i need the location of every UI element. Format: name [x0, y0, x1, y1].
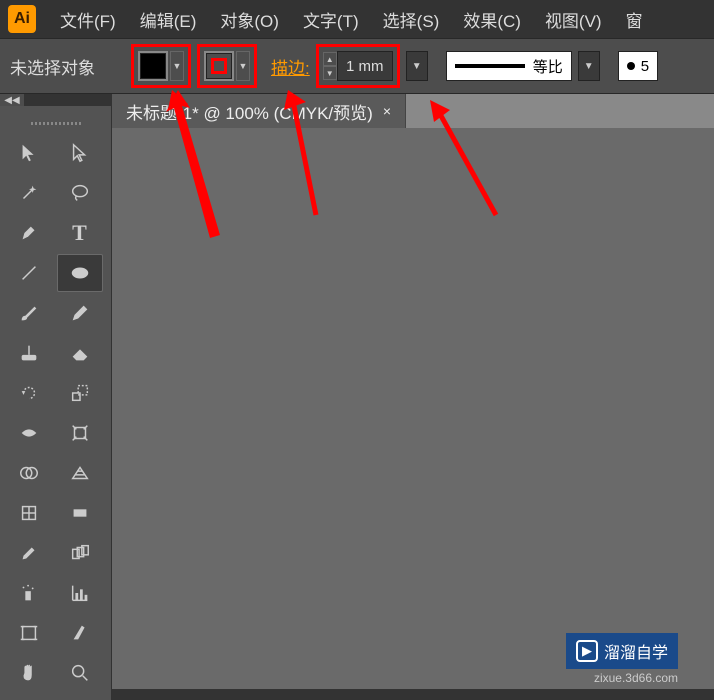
document-tab-bar: 未标题-1* @ 100% (CMYK/预览) ×: [112, 94, 714, 128]
blob-brush-tool[interactable]: [6, 334, 52, 372]
column-graph-tool[interactable]: [57, 574, 103, 612]
stroke-line-preview-icon: [455, 64, 525, 68]
perspective-grid-tool[interactable]: [57, 454, 103, 492]
hand-tool[interactable]: [6, 654, 52, 692]
slice-tool[interactable]: [57, 614, 103, 652]
magic-wand-tool[interactable]: [6, 174, 52, 212]
brush-size-label: 5: [641, 58, 649, 75]
pen-tool[interactable]: [6, 214, 52, 252]
watermark-subtext: zixue.3d66.com: [594, 671, 678, 685]
menu-view[interactable]: 视图(V): [533, 1, 614, 38]
scale-tool[interactable]: [57, 374, 103, 412]
stroke-style-label: 等比: [533, 56, 563, 77]
pencil-tool[interactable]: [57, 294, 103, 332]
menu-window[interactable]: 窗: [614, 1, 643, 38]
rotate-tool[interactable]: [6, 374, 52, 412]
eraser-tool[interactable]: [57, 334, 103, 372]
stroke-weight-label[interactable]: 描边:: [271, 54, 310, 79]
paintbrush-tool[interactable]: [6, 294, 52, 332]
stroke-swatch-highlight: ▼: [197, 44, 257, 88]
symbol-sprayer-tool[interactable]: [6, 574, 52, 612]
eyedropper-tool[interactable]: [6, 534, 52, 572]
fill-dropdown-arrow-icon[interactable]: ▼: [170, 51, 184, 81]
toolbar-grip-icon[interactable]: [0, 118, 111, 128]
menu-bar: Ai 文件(F) 编辑(E) 对象(O) 文字(T) 选择(S) 效果(C) 视…: [0, 0, 714, 38]
document-tab-title: 未标题-1* @ 100% (CMYK/预览): [126, 99, 373, 124]
menu-type[interactable]: 文字(T): [291, 1, 371, 38]
direct-selection-tool[interactable]: [57, 134, 103, 172]
width-tool[interactable]: [6, 414, 52, 452]
stroke-weight-dropdown-arrow-icon[interactable]: ▼: [406, 51, 428, 81]
brush-dot-icon: [627, 62, 635, 70]
toolbar-panel: T: [0, 106, 112, 700]
menu-object[interactable]: 对象(O): [208, 1, 291, 38]
menu-select[interactable]: 选择(S): [371, 1, 452, 38]
stroke-weight-highlight: ▲ ▼: [316, 44, 400, 88]
collapse-strip-icon[interactable]: ◀◀: [0, 94, 24, 106]
blend-tool[interactable]: [57, 534, 103, 572]
selection-tool[interactable]: [6, 134, 52, 172]
stroke-weight-down-icon[interactable]: ▼: [323, 66, 337, 80]
menu-edit[interactable]: 编辑(E): [128, 1, 209, 38]
line-segment-tool[interactable]: [6, 254, 52, 292]
profile-dropdown-arrow-icon[interactable]: ▼: [578, 51, 600, 81]
fill-color-swatch[interactable]: [138, 51, 168, 81]
menu-effect[interactable]: 效果(C): [451, 1, 533, 38]
options-bar: 未选择对象 ▼ ▼ 描边: ▲ ▼ ▼ 等比 ▼ 5: [0, 38, 714, 94]
watermark-play-icon: ▶: [576, 640, 598, 662]
app-logo: Ai: [8, 5, 36, 33]
watermark-text: 溜溜自学: [604, 639, 668, 663]
free-transform-tool[interactable]: [57, 414, 103, 452]
menu-file[interactable]: 文件(F): [48, 1, 128, 38]
artboard-tool[interactable]: [6, 614, 52, 652]
brush-definition[interactable]: 5: [618, 51, 658, 81]
lasso-tool[interactable]: [57, 174, 103, 212]
stroke-dropdown-arrow-icon[interactable]: ▼: [236, 51, 250, 81]
fill-swatch-highlight: ▼: [131, 44, 191, 88]
ellipse-tool[interactable]: [57, 254, 103, 292]
watermark-badge: ▶ 溜溜自学: [566, 633, 678, 669]
stroke-weight-up-icon[interactable]: ▲: [323, 52, 337, 66]
type-tool[interactable]: T: [57, 214, 103, 252]
gradient-tool[interactable]: [57, 494, 103, 532]
canvas-area[interactable]: [112, 128, 714, 689]
document-tab-close-icon[interactable]: ×: [383, 103, 391, 119]
mesh-tool[interactable]: [6, 494, 52, 532]
shape-builder-tool[interactable]: [6, 454, 52, 492]
document-tab[interactable]: 未标题-1* @ 100% (CMYK/预览) ×: [112, 94, 406, 128]
variable-width-profile[interactable]: 等比: [446, 51, 572, 81]
selection-status-label: 未选择对象: [4, 54, 101, 79]
stroke-swatch-inner-icon: [211, 58, 227, 74]
stroke-weight-input[interactable]: [337, 51, 393, 81]
zoom-tool[interactable]: [57, 654, 103, 692]
stroke-color-swatch[interactable]: [204, 51, 234, 81]
